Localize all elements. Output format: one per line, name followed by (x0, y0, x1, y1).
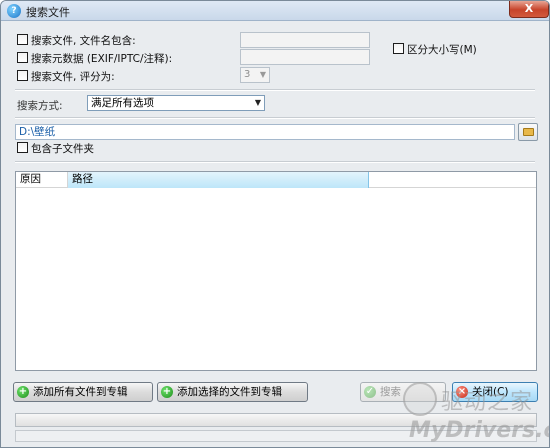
add-all-label: 添加所有文件到专辑 (33, 386, 128, 398)
add-icon: + (161, 386, 173, 398)
metadata-label: 搜索元数据 (EXIF/IPTC/注释): (31, 53, 173, 65)
search-files-window: ? 搜索文件 X 搜索文件, 文件名包含: 搜索元数据 (EXIF/IPTC/注… (0, 0, 550, 448)
include-subfolders-checkbox[interactable] (17, 142, 28, 153)
divider (15, 117, 535, 119)
folder-icon (523, 128, 534, 136)
watermark-cn: 驱动之家 (441, 390, 534, 415)
include-subfolders-label: 包含子文件夹 (31, 143, 94, 155)
title-bar: ? 搜索文件 X (1, 1, 549, 21)
add-all-to-album-button[interactable]: + 添加所有文件到专辑 (13, 382, 153, 402)
watermark-en: MyDrivers.com (409, 418, 549, 443)
column-header-path[interactable]: 路径 (68, 172, 369, 188)
app-icon: ? (7, 4, 21, 18)
filename-contains-label: 搜索文件, 文件名包含: (31, 35, 136, 47)
add-selected-label: 添加选择的文件到专辑 (177, 386, 282, 398)
case-sensitive-label: 区分大小写(M) (407, 44, 477, 56)
metadata-input[interactable] (240, 49, 370, 65)
add-selected-to-album-button[interactable]: + 添加选择的文件到专辑 (157, 382, 308, 402)
case-sensitive-checkbox[interactable] (393, 43, 404, 54)
window-title: 搜索文件 (26, 6, 70, 19)
divider (15, 89, 535, 91)
browse-folder-button[interactable] (518, 123, 538, 141)
metadata-checkbox[interactable] (17, 52, 28, 63)
search-icon: ✓ (364, 386, 376, 398)
folder-path-input[interactable]: D:\壁纸 (15, 124, 515, 140)
add-icon: + (17, 386, 29, 398)
search-mode-value: 满足所有选项 (91, 97, 154, 109)
rating-value: 3 (244, 69, 251, 80)
results-table[interactable]: 原因 路径 (15, 171, 537, 371)
window-close-button[interactable]: X (509, 1, 549, 18)
chevron-down-icon: ▼ (254, 98, 261, 107)
divider (15, 161, 535, 163)
rating-checkbox[interactable] (17, 70, 28, 81)
watermark: 驱动之家 MyDrivers.com (399, 376, 549, 447)
rating-select[interactable]: 3 ▼ (240, 67, 270, 83)
search-label: 搜索 (380, 386, 401, 398)
rating-label: 搜索文件, 评分为: (31, 71, 115, 83)
filename-contains-input[interactable] (240, 32, 370, 48)
filename-contains-checkbox[interactable] (17, 34, 28, 45)
search-mode-select[interactable]: 满足所有选项 ▼ (87, 95, 265, 111)
column-header-reason[interactable]: 原因 (16, 172, 68, 188)
chevron-down-icon: ▼ (259, 70, 266, 79)
mascot-logo (403, 382, 437, 416)
search-mode-label: 搜索方式: (17, 100, 63, 112)
table-header: 原因 路径 (16, 172, 536, 188)
